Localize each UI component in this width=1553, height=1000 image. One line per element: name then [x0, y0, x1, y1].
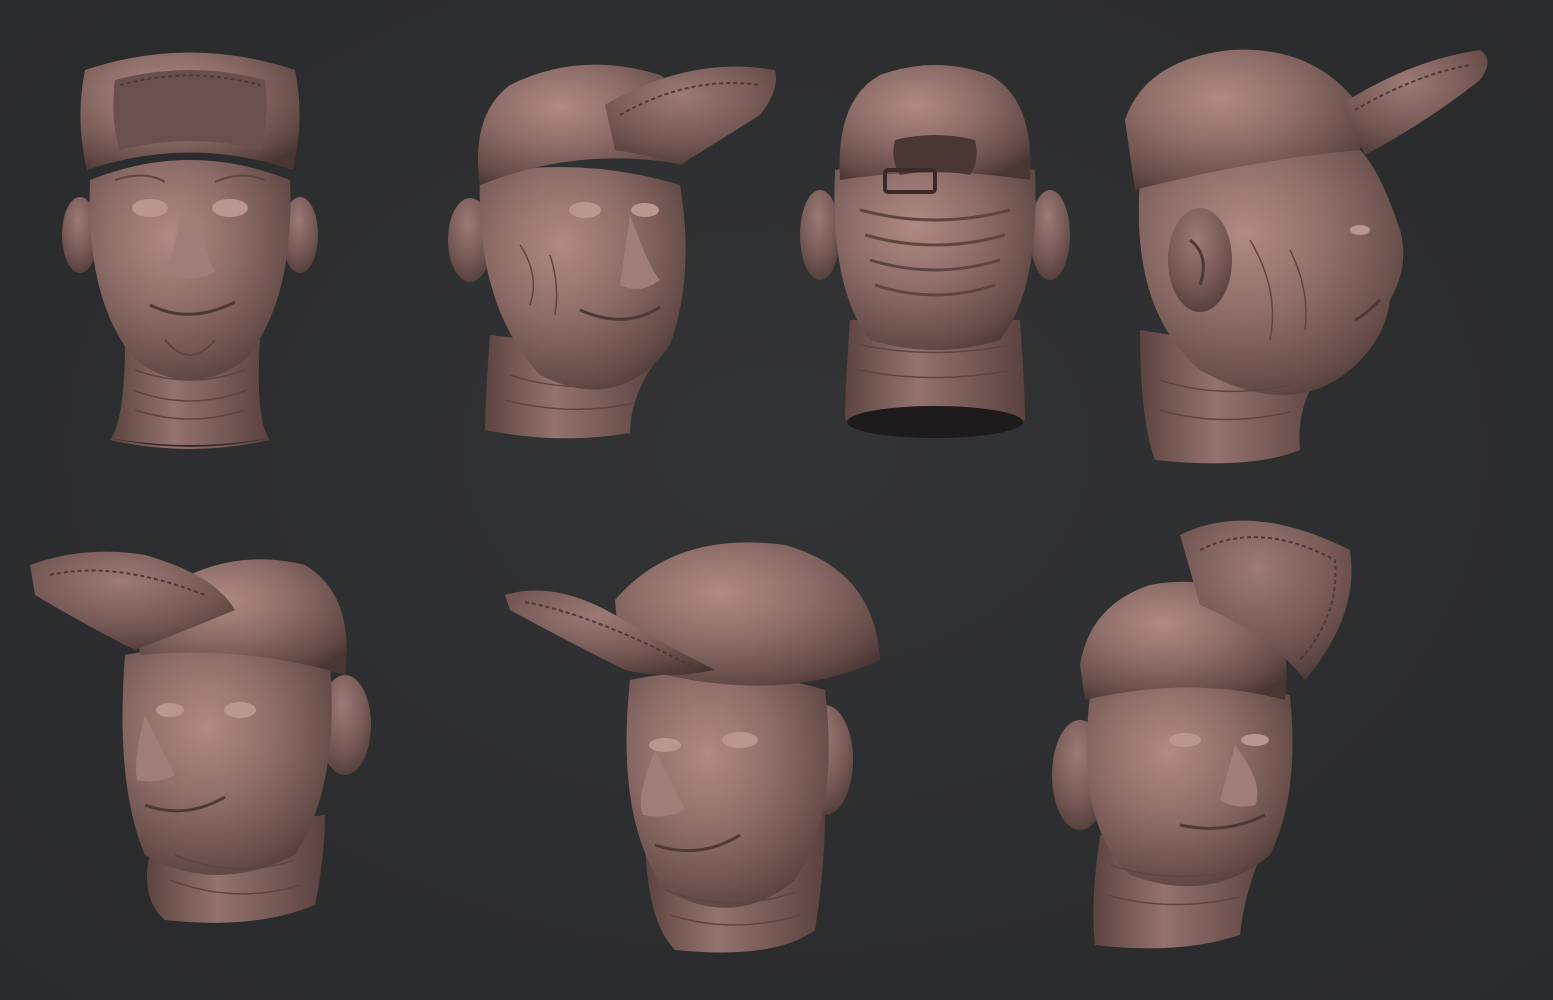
sculpt-turnaround-canvas — [0, 0, 1553, 1000]
three-quarter-up-view — [1040, 505, 1370, 955]
three-quarter-right-view — [430, 45, 790, 465]
profile-right-view — [1110, 40, 1510, 470]
three-quarter-left-low-view — [495, 530, 905, 960]
three-quarter-left-high-view — [25, 535, 385, 935]
front-view — [55, 40, 325, 460]
back-view — [790, 60, 1080, 450]
